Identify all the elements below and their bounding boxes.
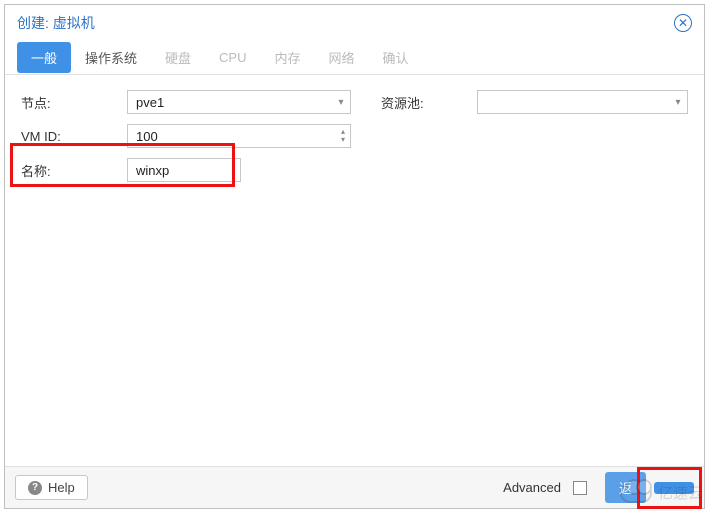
tab-cpu: CPU: [205, 44, 260, 71]
tab-os[interactable]: 操作系统: [71, 42, 151, 73]
back-button[interactable]: 返: [605, 472, 646, 503]
row-vmid: VM ID: ▴▾: [21, 123, 351, 149]
advanced-checkbox[interactable]: [573, 481, 587, 495]
row-pool: 资源池: ▾: [381, 89, 688, 115]
vmid-label: VM ID:: [21, 129, 127, 144]
close-icon[interactable]: ✕: [674, 14, 692, 32]
row-name: 名称:: [21, 157, 351, 183]
node-select[interactable]: [127, 90, 351, 114]
name-input[interactable]: [127, 158, 241, 182]
pool-select[interactable]: [477, 90, 688, 114]
advanced-label: Advanced: [503, 480, 561, 495]
dialog-footer: ? Help Advanced 返: [5, 466, 704, 508]
create-vm-dialog: 创建: 虚拟机 ✕ 一般 操作系统 硬盘 CPU 内存 网络 确认 节点: ▾ …: [4, 4, 705, 509]
help-icon: ?: [28, 481, 42, 495]
vmid-input[interactable]: [127, 124, 351, 148]
wizard-tabs: 一般 操作系统 硬盘 CPU 内存 网络 确认: [5, 41, 704, 75]
tab-network: 网络: [315, 42, 369, 73]
dialog-title: 创建: 虚拟机: [17, 13, 674, 33]
pool-label: 资源池:: [381, 93, 477, 112]
tab-general[interactable]: 一般: [17, 42, 71, 73]
row-node: 节点: ▾: [21, 89, 351, 115]
help-label: Help: [48, 480, 75, 495]
next-button[interactable]: [654, 482, 694, 494]
dialog-titlebar: 创建: 虚拟机 ✕: [5, 5, 704, 41]
node-label: 节点:: [21, 93, 127, 112]
form-panel: 节点: ▾ VM ID: ▴▾ 名称:: [5, 75, 704, 466]
tab-confirm: 确认: [369, 42, 423, 73]
name-label: 名称:: [21, 161, 127, 180]
help-button[interactable]: ? Help: [15, 475, 88, 500]
tab-memory: 内存: [261, 42, 315, 73]
tab-disk: 硬盘: [151, 42, 205, 73]
